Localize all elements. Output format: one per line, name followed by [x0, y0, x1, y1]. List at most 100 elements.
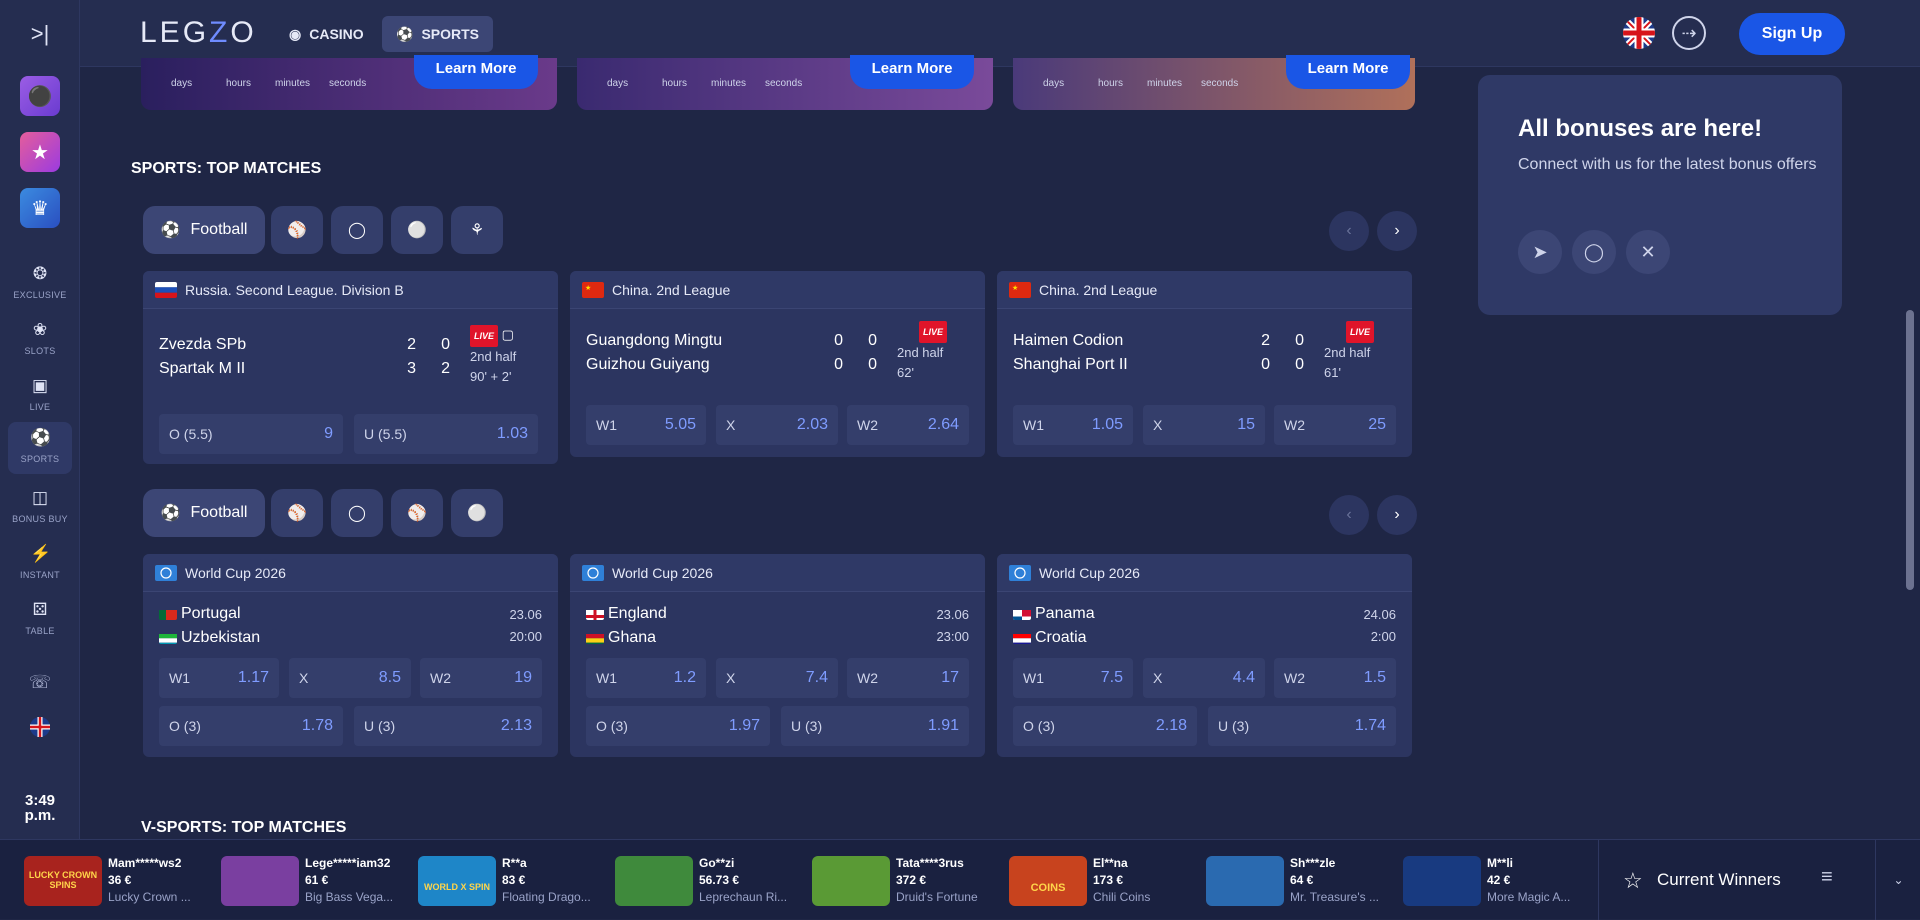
- next-arrow-button[interactable]: ›: [1377, 495, 1417, 535]
- odds-button[interactable]: U (5.5) 1.03: [354, 414, 538, 454]
- sidebar-item-exclusive[interactable]: ❂ EXCLUSIVE: [0, 258, 80, 310]
- tab-volleyball[interactable]: ⚾: [391, 489, 443, 537]
- page-scrollbar[interactable]: [1906, 310, 1914, 590]
- odds-button[interactable]: W1 5.05: [586, 405, 706, 445]
- lightning-icon: ⚡: [30, 544, 52, 563]
- sidebar-item-sports[interactable]: ⚽ SPORTS: [8, 422, 72, 474]
- star-promo-icon[interactable]: ★: [20, 132, 60, 172]
- odds-button[interactable]: W2 2.64: [847, 405, 969, 445]
- game-thumbnail: COINS: [1009, 856, 1087, 906]
- vip-crown-icon[interactable]: ♛: [20, 188, 60, 228]
- prev-arrow-button[interactable]: ‹: [1329, 495, 1369, 535]
- tab-tennis[interactable]: ⚾: [271, 206, 323, 254]
- bonus-bag-icon[interactable]: ⚫: [20, 76, 60, 116]
- odds-button[interactable]: W2 25: [1274, 405, 1396, 445]
- china-flag-icon: ★: [1009, 281, 1031, 298]
- odds-button[interactable]: X 7.4: [716, 658, 838, 698]
- world-icon: [582, 564, 604, 581]
- match-card[interactable]: World Cup 2026 Panama Croatia 24.06 2:00 …: [997, 554, 1412, 757]
- winner-item[interactable]: Go**zi 56.73 € Leprechaun Ri...: [615, 856, 807, 906]
- winner-item[interactable]: Tata****3rus 372 € Druid's Fortune: [812, 856, 1004, 906]
- legzo-logo[interactable]: LEGZO: [140, 16, 257, 50]
- winner-item[interactable]: M**li 42 € More Magic A...: [1403, 856, 1595, 906]
- winner-item[interactable]: WORLD X SPIN R**a 83 € Floating Drago...: [418, 856, 610, 906]
- odds-button[interactable]: X 15: [1143, 405, 1265, 445]
- sidebar-item-instant[interactable]: ⚡ INSTANT: [0, 538, 80, 590]
- sidebar-item-bonus-buy[interactable]: ◫ BONUS BUY: [0, 482, 80, 534]
- odds-button[interactable]: W2 19: [420, 658, 542, 698]
- odds-button[interactable]: W2 1.5: [1274, 658, 1396, 698]
- soccer-ball-icon: ⚽: [160, 222, 181, 239]
- winner-item[interactable]: LUCKY CROWN SPINS Mam*****ws2 36 € Lucky Cr…: [24, 856, 216, 906]
- odds-button[interactable]: U (3) 1.74: [1208, 706, 1396, 746]
- medal-icon: ❂: [32, 264, 48, 283]
- league-header: World Cup 2026: [997, 554, 1412, 592]
- odds-button[interactable]: O (3) 1.78: [159, 706, 343, 746]
- vsports-top-matches-title: V-SPORTS: TOP MATCHES: [141, 819, 347, 836]
- odds-button[interactable]: O (3) 1.97: [586, 706, 770, 746]
- winner-item[interactable]: Sh***zle 64 € Mr. Treasure's ...: [1206, 856, 1398, 906]
- odds-button[interactable]: X 8.5: [289, 658, 411, 698]
- x-twitter-icon[interactable]: ✕: [1626, 230, 1670, 274]
- collapse-sidebar-icon[interactable]: >|: [26, 22, 54, 46]
- current-winners-panel[interactable]: ☆ Current Winners ≡ ⌄: [1598, 840, 1920, 920]
- login-icon[interactable]: ⇢: [1672, 16, 1706, 50]
- tab-basketball[interactable]: ◯: [331, 206, 383, 254]
- slots-icon: ❀: [32, 320, 48, 339]
- odds-button[interactable]: U (3) 1.91: [781, 706, 969, 746]
- language-flag-icon[interactable]: [28, 716, 52, 740]
- sidebar-item-slots[interactable]: ❀ SLOTS: [0, 314, 80, 366]
- tab-tennis[interactable]: ⚾: [271, 489, 323, 537]
- nav-sports[interactable]: ⚽ SPORTS: [382, 16, 494, 52]
- odds-button[interactable]: W2 17: [847, 658, 969, 698]
- odds-button[interactable]: X 4.4: [1143, 658, 1265, 698]
- score-col-1: 23: [407, 336, 416, 377]
- telegram-icon[interactable]: ➤: [1518, 230, 1562, 274]
- tab-football[interactable]: ⚽ Football: [143, 206, 265, 254]
- bonus-text: Connect with us for the latest bonus off…: [1518, 156, 1817, 173]
- tab-esports[interactable]: ⚘: [451, 206, 503, 254]
- instagram-icon[interactable]: ◯: [1572, 230, 1616, 274]
- match-card[interactable]: Russia. Second League. Division B Zvezda…: [143, 271, 558, 464]
- odds-button[interactable]: W1 1.2: [586, 658, 706, 698]
- game-thumbnail: [812, 856, 890, 906]
- uk-flag-icon[interactable]: [1623, 17, 1655, 49]
- prev-arrow-button[interactable]: ‹: [1329, 211, 1369, 251]
- chevron-down-icon[interactable]: ⌄: [1875, 840, 1920, 920]
- odds-button[interactable]: U (3) 2.13: [354, 706, 542, 746]
- casino-chip-icon: ◉: [289, 25, 302, 42]
- odds-button[interactable]: W1 1.17: [159, 658, 279, 698]
- odds-button[interactable]: W1 1.05: [1013, 405, 1133, 445]
- tennis-ball-icon: ⚾: [287, 222, 307, 239]
- odds-button[interactable]: O (5.5) 9: [159, 414, 343, 454]
- england-flag-icon: [586, 607, 604, 621]
- tab-hockey[interactable]: ⚪: [451, 489, 503, 537]
- match-card[interactable]: World Cup 2026 Portugal Uzbekistan 23.06…: [143, 554, 558, 757]
- odds-button[interactable]: O (3) 2.18: [1013, 706, 1197, 746]
- match-card[interactable]: ★ China. 2nd League Haimen Codion Shanghai…: [997, 271, 1412, 457]
- tab-football[interactable]: ⚽ Football: [143, 489, 265, 537]
- odds-button[interactable]: W1 7.5: [1013, 658, 1133, 698]
- sidebar-item-live[interactable]: ▣ LIVE: [0, 370, 80, 422]
- winner-item[interactable]: Lege*****iam32 61 € Big Bass Vega...: [221, 856, 413, 906]
- tv-icon[interactable]: ▢: [502, 327, 514, 342]
- tab-basketball[interactable]: ◯: [331, 489, 383, 537]
- headset-icon[interactable]: ☏: [28, 672, 52, 696]
- odds-button[interactable]: X 2.03: [716, 405, 838, 445]
- nav-casino[interactable]: ◉ CASINO: [275, 16, 378, 52]
- sign-up-button[interactable]: Sign Up: [1739, 13, 1845, 55]
- world-icon: [155, 564, 177, 581]
- learn-more-button-1[interactable]: Learn More: [414, 55, 538, 89]
- learn-more-button-3[interactable]: Learn More: [1286, 55, 1410, 89]
- sidebar-item-table[interactable]: ⚄ TABLE: [0, 594, 80, 646]
- match-card[interactable]: World Cup 2026 England Ghana 23.06 23:00 …: [570, 554, 985, 757]
- tab-table-tennis[interactable]: ⚪: [391, 206, 443, 254]
- teams: Panama Croatia: [1013, 602, 1095, 650]
- learn-more-button-2[interactable]: Learn More: [850, 55, 974, 89]
- score-col-2: 00: [1295, 332, 1304, 373]
- winner-item[interactable]: COINS El**na 173 € Chili Coins: [1009, 856, 1201, 906]
- next-arrow-button[interactable]: ›: [1377, 211, 1417, 251]
- match-card[interactable]: ★ China. 2nd League Guangdong Mingtu Guizh…: [570, 271, 985, 457]
- tennis-ball-icon: ⚾: [287, 505, 307, 522]
- menu-icon[interactable]: ≡: [1821, 866, 1833, 889]
